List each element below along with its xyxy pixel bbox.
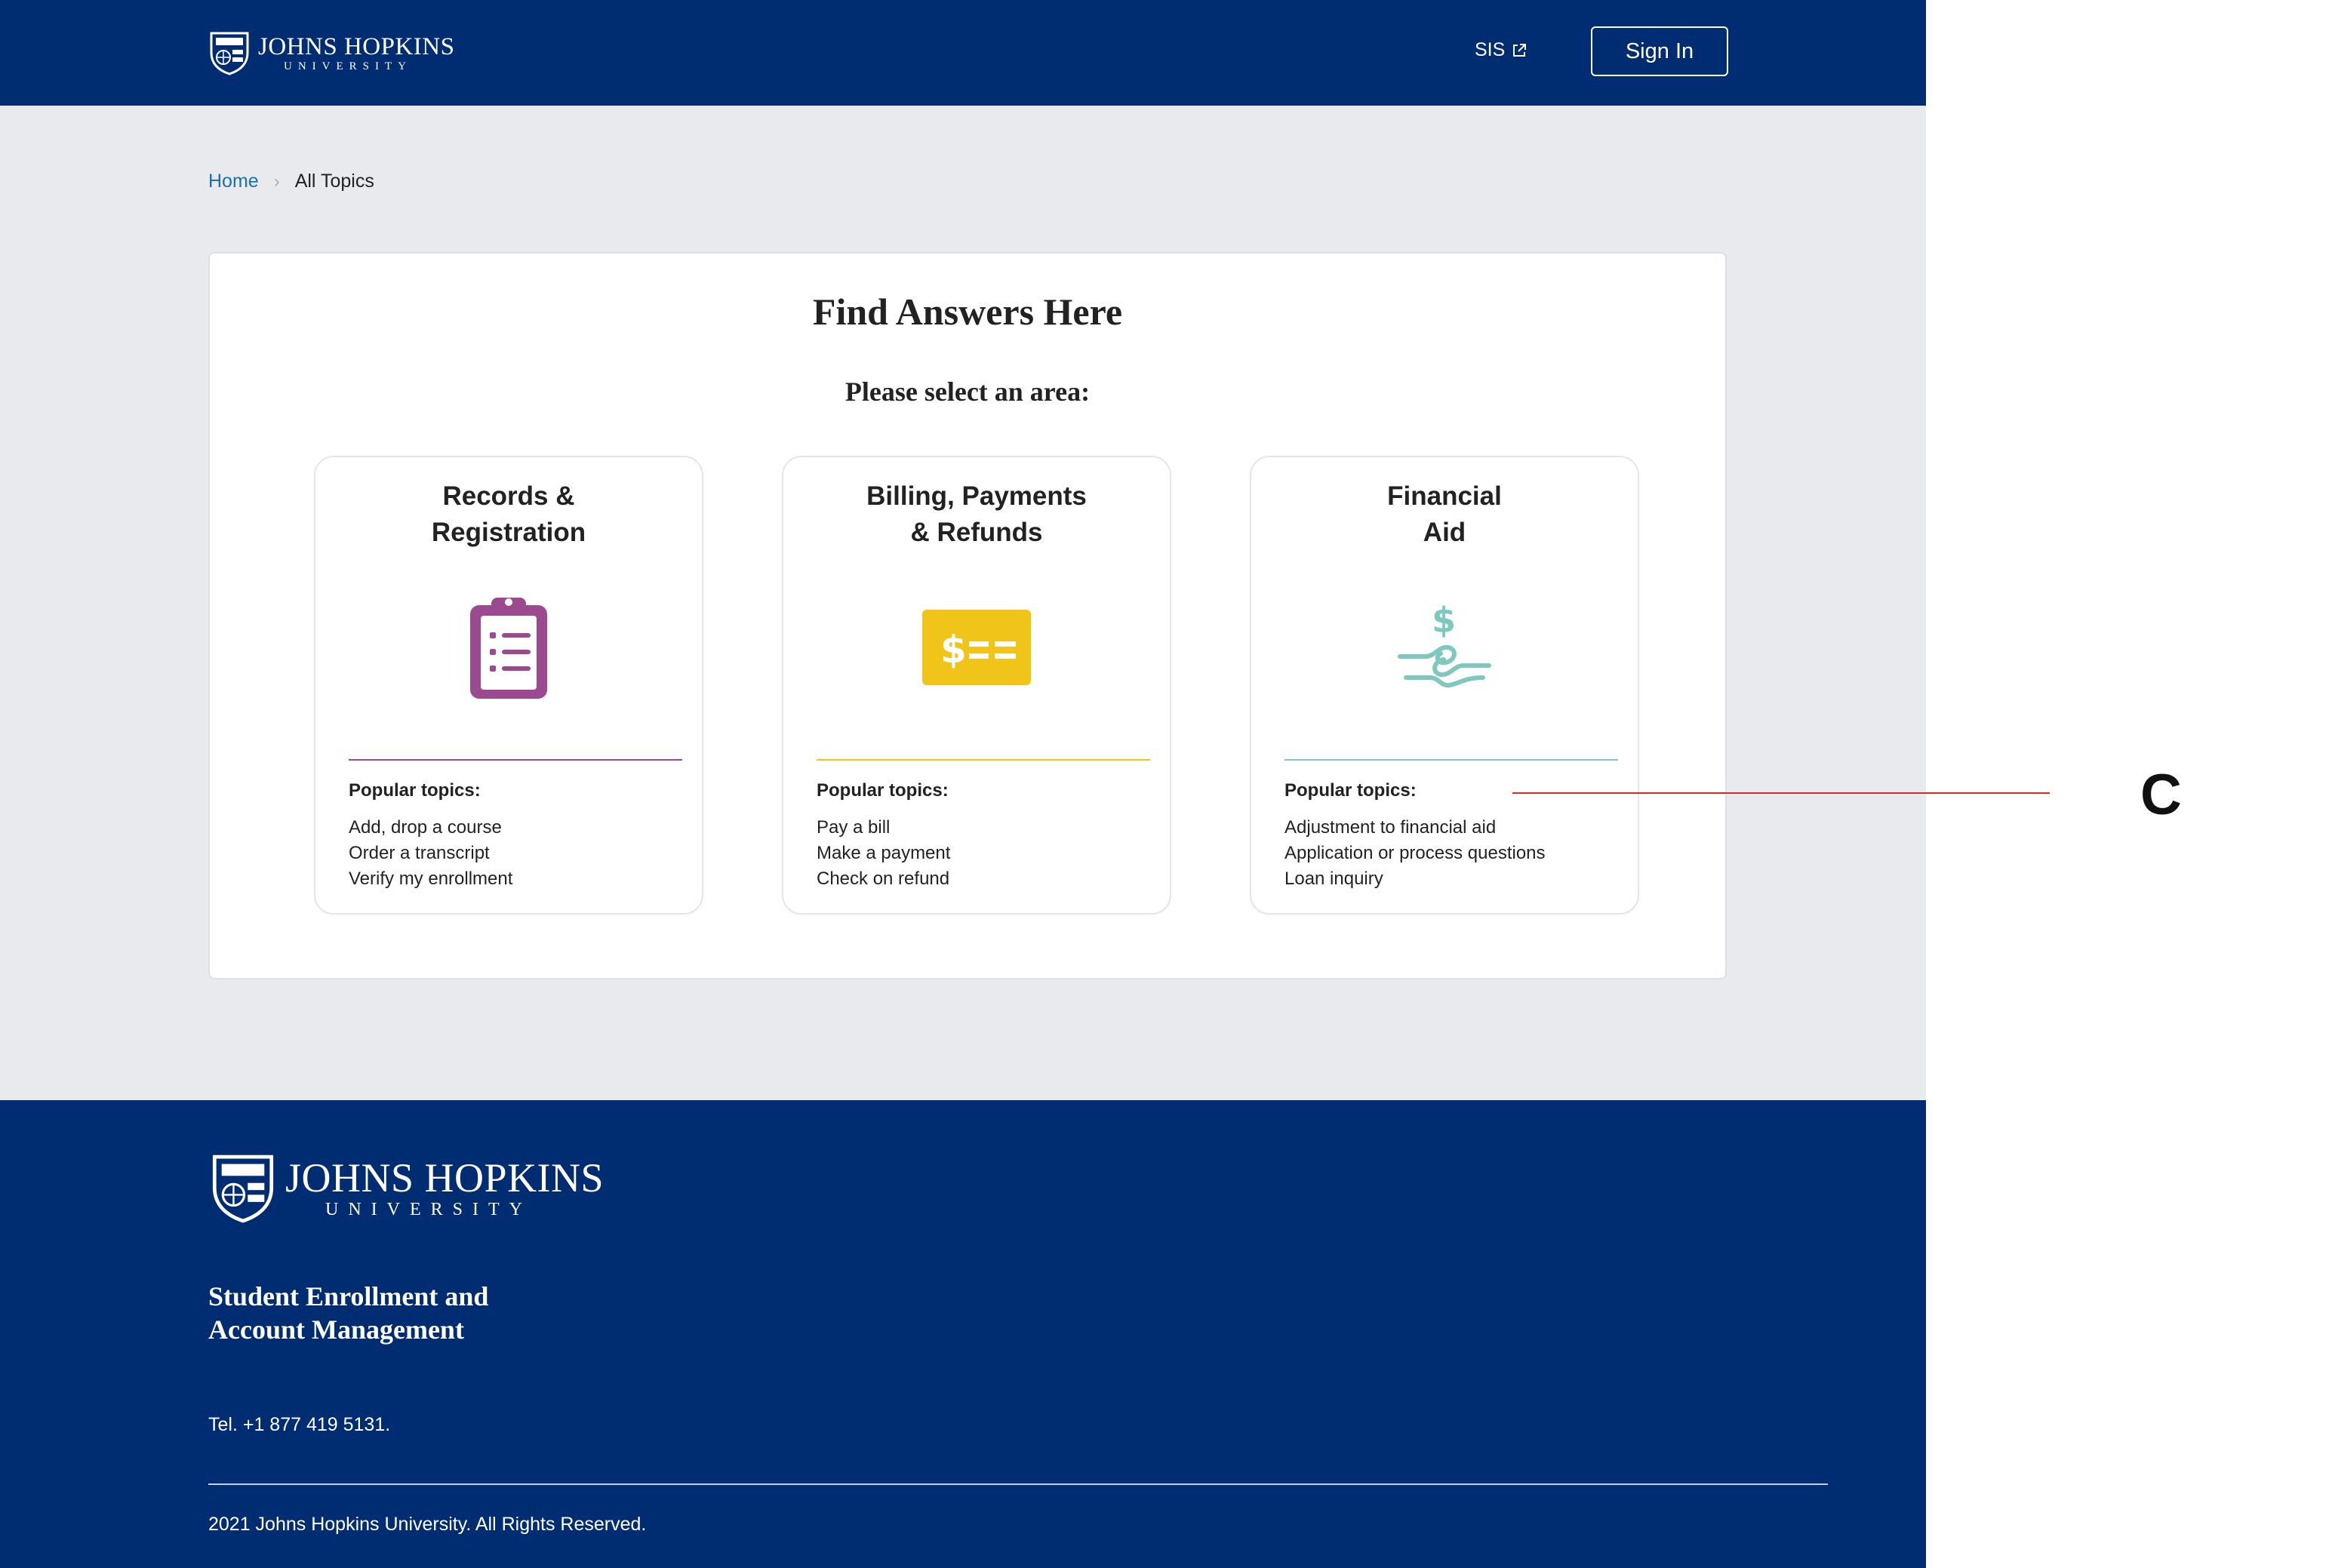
popular-topics-label: Popular topics: [1284,780,1417,801]
find-answers-panel: Find Answers Here Please select an area:… [208,252,1727,979]
list-item[interactable]: Make a payment [817,841,950,866]
jhu-logo-link[interactable]: JOHNS HOPKINS UNIVERSITY [208,30,454,75]
sign-in-button[interactable]: Sign In [1591,26,1728,76]
list-item[interactable]: Verify my enrollment [349,866,512,892]
sis-link[interactable]: SIS [1475,39,1527,61]
list-item[interactable]: Pay a bill [817,815,950,841]
handshake-dollar-icon: $ [1398,600,1491,688]
topic-title-line2: & Refunds [910,518,1043,547]
topic-card-billing-payments-refunds[interactable]: Billing, Payments & Refunds $ Popular to… [782,456,1171,915]
list-item[interactable]: Add, drop a course [349,815,512,841]
clipboard-icon [470,598,547,699]
accent-rule [1284,759,1618,761]
page: JOHNS HOPKINS UNIVERSITY SIS Sign In Hom… [0,0,1926,1568]
page-title: Find Answers Here [812,291,1123,333]
breadcrumb-home-link[interactable]: Home [208,171,259,192]
external-link-icon [1513,43,1527,57]
site-header: JOHNS HOPKINS UNIVERSITY SIS Sign In [0,0,1926,106]
accent-rule [817,759,1150,761]
list-item[interactable]: Loan inquiry [1284,866,1546,892]
bill-icon: $ [922,610,1031,685]
footer-title: Student Enrollment and Account Managemen… [208,1280,488,1346]
topic-card-title: Records & Registration [315,478,702,551]
list-item[interactable]: Order a transcript [349,841,512,866]
topic-card-title: Billing, Payments & Refunds [783,478,1170,551]
popular-topics-label: Popular topics: [817,780,949,801]
popular-topics-list: Adjustment to financial aid Application … [1284,815,1546,892]
topic-title-line1: Records & [442,481,575,511]
logo-line1: JOHNS HOPKINS [285,1155,605,1201]
university-shield-icon [212,1154,274,1223]
svg-text:$: $ [1432,600,1456,641]
topic-card-title: Financial Aid [1251,478,1638,551]
footer-title-line1: Student Enrollment and [208,1281,489,1311]
accent-rule [349,759,682,761]
annotation-label: C [2140,763,2182,827]
topic-title-line1: Financial [1387,481,1502,511]
footer-jhu-logo[interactable]: JOHNS HOPKINS UNIVERSITY [210,1151,604,1227]
popular-topics-list: Add, drop a course Order a transcript Ve… [349,815,512,892]
logo-line2: UNIVERSITY [284,60,412,72]
footer-title-line2: Account Management [208,1314,464,1345]
chevron-right-icon: › [273,171,280,192]
topic-title-line1: Billing, Payments [866,481,1087,511]
footer-copyright: 2021 Johns Hopkins University. All Right… [208,1514,647,1535]
popular-topics-list: Pay a bill Make a payment Check on refun… [817,815,950,892]
topic-card-financial-aid[interactable]: Financial Aid $ Popular topics: Adjustme… [1250,456,1639,915]
footer-divider [208,1483,1828,1485]
svg-text:$: $ [940,628,967,672]
breadcrumb: Home › All Topics [208,171,374,192]
logo-line1: JOHNS HOPKINS [258,33,455,60]
topic-title-line2: Registration [431,518,586,547]
popular-topics-label: Popular topics: [349,780,481,801]
topic-card-records-registration[interactable]: Records & Registration Popular topics: A… [314,456,703,915]
breadcrumb-current: All Topics [294,171,374,192]
university-shield-icon [210,32,249,75]
sis-label: SIS [1475,39,1506,60]
logo-line2: UNIVERSITY [325,1200,532,1219]
topic-title-line2: Aid [1423,518,1466,547]
list-item[interactable]: Adjustment to financial aid [1284,815,1546,841]
site-footer: JOHNS HOPKINS UNIVERSITY Student Enrollm… [0,1100,1926,1568]
list-item[interactable]: Check on refund [817,866,950,892]
list-item[interactable]: Application or process questions [1284,841,1546,866]
page-subtitle: Please select an area: [845,377,1091,407]
annotation-pointer-line [1512,792,2050,794]
footer-phone: Tel. +1 877 419 5131. [208,1414,391,1435]
